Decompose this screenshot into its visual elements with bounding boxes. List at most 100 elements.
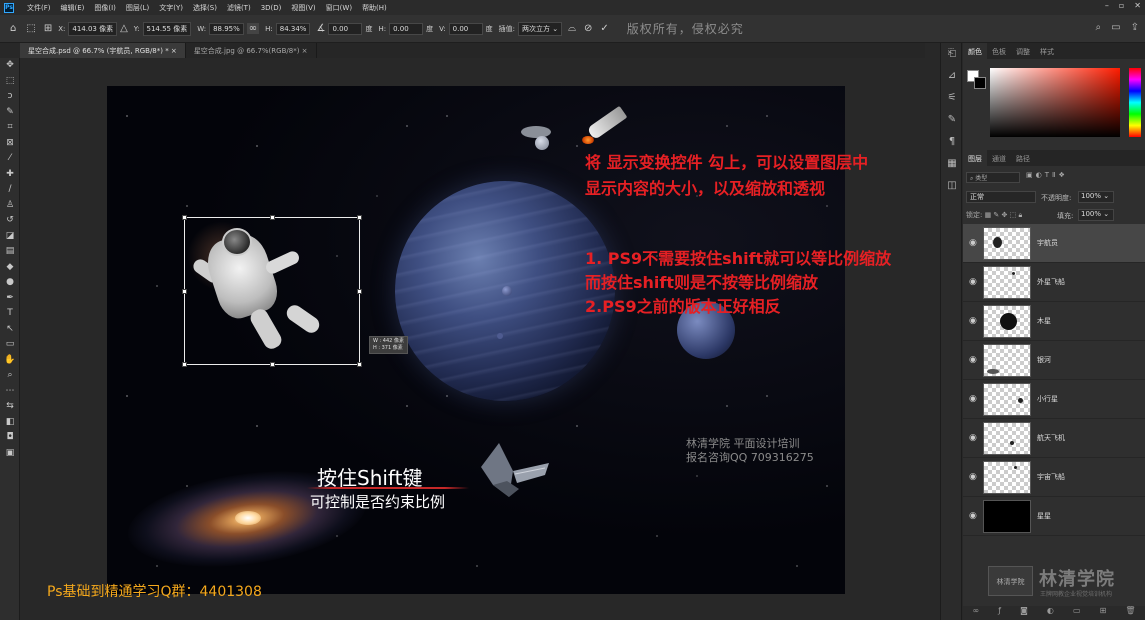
screen-mode-icon[interactable]: ▣ — [0, 446, 20, 462]
delta-icon[interactable]: △ — [120, 23, 128, 34]
history-icon[interactable]: ⎗ — [941, 43, 963, 65]
opacity-field[interactable]: 100% ⌄ — [1078, 191, 1114, 203]
tab-color[interactable]: 颜色 — [963, 43, 987, 59]
tab-channels[interactable]: 通道 — [987, 150, 1011, 166]
gradient-tool-icon[interactable]: ▤ — [0, 244, 20, 260]
menu-layer[interactable]: 图层(L) — [121, 3, 154, 13]
move-tool-icon[interactable]: ✥ — [0, 58, 20, 74]
layer-row[interactable]: ◉ 宇航员 — [963, 224, 1145, 263]
libraries-icon[interactable]: ▦ — [941, 153, 963, 175]
transform-handle-br[interactable] — [357, 362, 362, 367]
link-layers-icon[interactable]: ∞ — [973, 606, 980, 620]
swap-colors-icon[interactable]: ⇆ — [0, 399, 20, 415]
more-tools-icon[interactable]: ⋯ — [0, 384, 20, 400]
hand-tool-icon[interactable]: ✋ — [0, 353, 20, 369]
visibility-eye-icon[interactable]: ◉ — [969, 511, 977, 521]
fill-field[interactable]: 100% ⌄ — [1078, 209, 1114, 221]
paragraph-icon[interactable]: ¶ — [941, 131, 963, 153]
color-picker-field[interactable] — [990, 68, 1120, 137]
transform-bounding-box[interactable] — [182, 215, 362, 367]
layer-row[interactable]: ◉ 星星 — [963, 497, 1145, 536]
y-field[interactable]: 514.55 像素 — [142, 21, 192, 36]
new-layer-icon[interactable]: ⊞ — [1100, 606, 1107, 620]
angle-field[interactable]: 0.00 — [328, 22, 363, 35]
tab-adjustments[interactable]: 调整 — [1011, 43, 1035, 59]
brush-tool-icon[interactable]: ∕ — [0, 182, 20, 198]
workspace-icon[interactable]: ▭ — [1111, 22, 1120, 33]
layer-row[interactable]: ◉ 木星 — [963, 302, 1145, 341]
background-color-swatch[interactable] — [974, 77, 986, 89]
path-select-tool-icon[interactable]: ↖ — [0, 322, 20, 338]
layer-row[interactable]: ◉ 航天飞机 — [963, 419, 1145, 458]
cancel-transform-icon[interactable]: ⊘ — [584, 23, 592, 34]
link-icon[interactable]: ∞ — [246, 23, 260, 34]
fx-icon[interactable]: ƒ — [998, 606, 1001, 620]
close-button[interactable]: ✕ — [1134, 1, 1141, 10]
menu-filter[interactable]: 滤镜(T) — [222, 3, 256, 13]
menu-3d[interactable]: 3D(D) — [256, 4, 287, 12]
transform-handle-l[interactable] — [182, 289, 187, 294]
dodge-tool-icon[interactable]: ● — [0, 275, 20, 291]
history-brush-tool-icon[interactable]: ↺ — [0, 213, 20, 229]
transform-tool-icon[interactable]: ⬚ — [26, 23, 35, 34]
height-field[interactable]: 84.34% — [275, 22, 311, 35]
menu-type[interactable]: 文字(Y) — [154, 3, 188, 13]
mask-icon[interactable]: ◙ — [1020, 606, 1028, 620]
transform-handle-b[interactable] — [270, 362, 275, 367]
crop-tool-icon[interactable]: ⌗ — [0, 120, 20, 136]
transform-handle-t[interactable] — [270, 215, 275, 220]
tab-layers[interactable]: 图层 — [963, 150, 987, 166]
minimize-button[interactable]: – — [1105, 1, 1109, 10]
reference-point-icon[interactable]: ⊞ — [44, 23, 52, 34]
zoom-tool-icon[interactable]: ⌕ — [0, 368, 20, 384]
menu-window[interactable]: 窗口(W) — [321, 3, 357, 13]
eraser-tool-icon[interactable]: ◪ — [0, 229, 20, 245]
layer-row[interactable]: ◉ 小行星 — [963, 380, 1145, 419]
visibility-eye-icon[interactable]: ◉ — [969, 394, 977, 404]
quick-mask-icon[interactable]: ◘ — [0, 430, 20, 446]
type-tool-icon[interactable]: T — [0, 306, 20, 322]
blend-mode-select[interactable]: 正常 — [966, 191, 1036, 203]
search-icon[interactable]: ⌕ — [1096, 22, 1102, 33]
group-icon[interactable]: ▭ — [1073, 606, 1081, 620]
tab-styles[interactable]: 样式 — [1035, 43, 1059, 59]
visibility-eye-icon[interactable]: ◉ — [969, 316, 977, 326]
vskew-field[interactable]: 0.00 — [448, 22, 483, 35]
adjustment-layer-icon[interactable]: ◐ — [1047, 606, 1054, 620]
adjust-icon[interactable]: ⊿ — [941, 65, 963, 87]
frame-tool-icon[interactable]: ⊠ — [0, 136, 20, 152]
pen-tool-icon[interactable]: ✒ — [0, 291, 20, 307]
tab-psd[interactable]: 星空合成.psd @ 66.7% (宇航员, RGB/8*) * × — [20, 43, 186, 58]
layer-row[interactable]: ◉ 宇宙飞船 — [963, 458, 1145, 497]
notes-icon[interactable]: ◫ — [941, 175, 963, 197]
healing-tool-icon[interactable]: ✚ — [0, 167, 20, 183]
menu-select[interactable]: 选择(S) — [188, 3, 222, 13]
blur-tool-icon[interactable]: ◆ — [0, 260, 20, 276]
delete-layer-icon[interactable]: 🗑︎ — [1125, 606, 1135, 620]
transform-handle-tr[interactable] — [357, 215, 362, 220]
menu-view[interactable]: 视图(V) — [286, 3, 320, 13]
menu-image[interactable]: 图像(I) — [89, 3, 121, 13]
layer-filter-icons[interactable]: ▣◐TⅡ❖ — [1026, 171, 1068, 179]
commit-transform-icon[interactable]: ✓ — [600, 23, 608, 34]
warp-icon[interactable]: ⌓ — [568, 23, 576, 34]
lock-icons[interactable]: ▦ ✎ ✥ ⬚ 🔒︎ — [985, 211, 1023, 219]
eyedropper-tool-icon[interactable]: ⁄ — [0, 151, 20, 167]
home-icon[interactable]: ⌂ — [10, 23, 16, 34]
quick-select-tool-icon[interactable]: ✎ — [0, 105, 20, 121]
layer-row[interactable]: ◉ 外星飞船 — [963, 263, 1145, 302]
transform-handle-r[interactable] — [357, 289, 362, 294]
visibility-eye-icon[interactable]: ◉ — [969, 472, 977, 482]
tab-swatches[interactable]: 色板 — [987, 43, 1011, 59]
tab-paths[interactable]: 路径 — [1011, 150, 1035, 166]
x-field[interactable]: 414.03 像素 — [68, 21, 118, 36]
width-field[interactable]: 88.95% — [209, 22, 244, 35]
menu-help[interactable]: 帮助(H) — [357, 3, 392, 13]
visibility-eye-icon[interactable]: ◉ — [969, 238, 977, 248]
menu-edit[interactable]: 编辑(E) — [56, 3, 90, 13]
layer-row[interactable]: ◉ 银河 — [963, 341, 1145, 380]
lasso-tool-icon[interactable]: ↄ — [0, 89, 20, 105]
visibility-eye-icon[interactable]: ◉ — [969, 433, 977, 443]
marquee-tool-icon[interactable]: ⬚ — [0, 74, 20, 90]
transform-handle-bl[interactable] — [182, 362, 187, 367]
